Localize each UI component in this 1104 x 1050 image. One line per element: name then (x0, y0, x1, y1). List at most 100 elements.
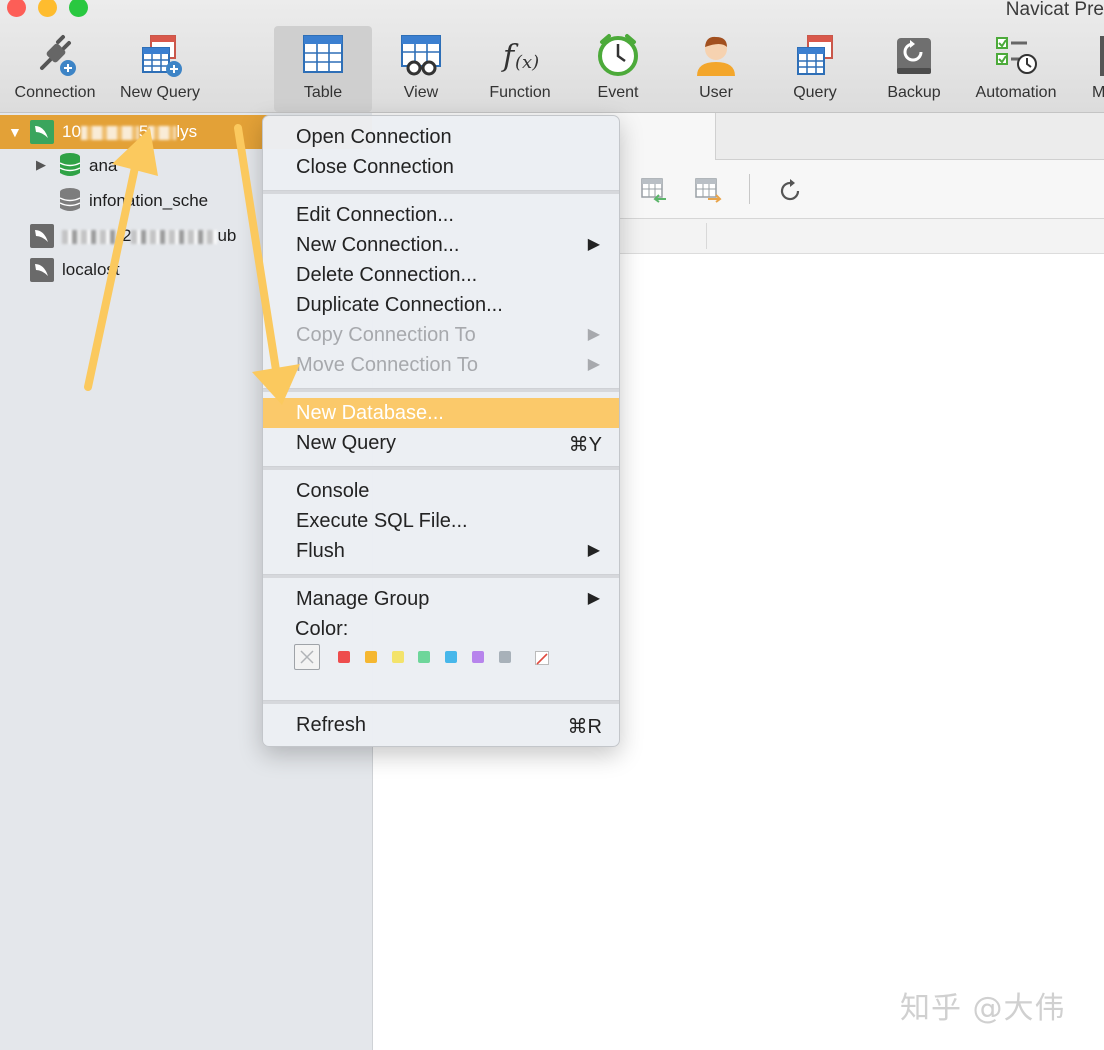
submenu-arrow-icon: ▶ (587, 590, 600, 607)
menu-item-label: Close Connection (296, 156, 454, 178)
toolbar-user-button[interactable]: User (670, 26, 762, 112)
expand-triangle-icon[interactable]: ▶ (36, 157, 46, 173)
menu-separator (263, 700, 619, 704)
menu-separator (263, 388, 619, 392)
toolbar-connection-button[interactable]: Connection (2, 26, 108, 112)
toolbar-event-label: Event (597, 84, 639, 101)
menu-copy-connection-to: Copy Connection To ▶ (263, 320, 619, 350)
toolbar-new-query-button[interactable]: New Query (110, 26, 210, 112)
color-swatch-orange[interactable] (365, 651, 377, 663)
connection-1-middle: 5 (138, 122, 149, 141)
mysql-connection-icon (30, 258, 54, 282)
menu-manage-group[interactable]: Manage Group ▶ (263, 584, 619, 614)
color-swatch-yellow[interactable] (392, 651, 404, 663)
redacted-text (80, 125, 139, 140)
toolbar-automation-button[interactable]: Automation (966, 26, 1066, 112)
color-swatch-gray[interactable] (499, 651, 511, 663)
menu-open-connection[interactable]: Open Connection (263, 122, 619, 152)
connection-1-suffix: lys (176, 122, 198, 141)
export-table-icon[interactable] (694, 177, 722, 203)
menu-shortcut: ⌘Y (568, 434, 602, 456)
menu-flush[interactable]: Flush ▶ (263, 536, 619, 566)
expand-triangle-icon[interactable]: ▼ (8, 124, 22, 140)
connection-label-part: local (62, 260, 97, 279)
menu-separator (263, 574, 619, 578)
toolbar-view-label: View (403, 84, 439, 101)
menu-item-label: Open Connection (296, 126, 452, 148)
color-swatch-custom[interactable] (535, 651, 549, 665)
color-swatch-blue[interactable] (445, 651, 457, 663)
menu-delete-connection[interactable]: Delete Connection... (263, 260, 619, 290)
submenu-arrow-icon: ▶ (587, 356, 600, 373)
redacted-text (62, 229, 122, 244)
refresh-icon[interactable] (777, 178, 803, 204)
toolbar-view-button[interactable]: View (374, 26, 468, 112)
menu-item-label: Duplicate Connection... (296, 294, 503, 316)
toolbar-table-button[interactable]: Table (274, 26, 372, 112)
table-icon (303, 35, 343, 73)
color-swatch-red[interactable] (338, 651, 350, 663)
connection-1-name: 10 5 lys (62, 122, 197, 142)
color-swatch-purple[interactable] (472, 651, 484, 663)
toolbar-new-query-label: New Query (119, 84, 201, 101)
menu-new-query[interactable]: New Query ⌘Y (263, 428, 619, 458)
connection-1-prefix: 10 (62, 122, 81, 141)
minimize-window-button[interactable] (38, 0, 57, 17)
menu-separator (263, 466, 619, 470)
database-icon (59, 188, 81, 211)
database-information-schema-label: infonation_sche (89, 191, 208, 211)
toolbar-table-label: Table (303, 84, 343, 101)
zoom-window-button[interactable] (69, 0, 88, 17)
menu-separator (263, 190, 619, 194)
menu-new-database[interactable]: New Database... (263, 398, 619, 428)
toolbar-connection-label: Connection (14, 84, 96, 101)
toolbar-model-button[interactable]: M (1090, 26, 1104, 112)
new-query-icon (142, 35, 182, 77)
menu-item-label: New Query (296, 432, 397, 454)
import-table-icon[interactable] (640, 177, 668, 203)
menu-console[interactable]: Console (263, 476, 619, 506)
menu-item-label: Edit Connection... (296, 204, 454, 226)
menu-execute-sql-file[interactable]: Execute SQL File... (263, 506, 619, 536)
query-icon (797, 35, 833, 75)
toolbar-event-button[interactable]: Event (572, 26, 664, 112)
menu-item-label: Delete Connection... (296, 264, 478, 286)
watermark: 知乎 @大伟 (900, 991, 1066, 1026)
submenu-arrow-icon: ▶ (587, 326, 600, 343)
toolbar-query-label: Query (793, 84, 837, 101)
close-window-button[interactable] (7, 0, 26, 17)
menu-new-connection[interactable]: New Connection... ▶ (263, 230, 619, 260)
toolbar-backup-button[interactable]: Backup (868, 26, 960, 112)
toolbar-user-label: User (699, 84, 733, 101)
alarm-clock-icon (598, 34, 638, 76)
redacted-text (131, 229, 218, 244)
function-icon: f (x) (501, 39, 539, 74)
submenu-arrow-icon: ▶ (587, 236, 600, 253)
menu-item-label: Flush (296, 540, 345, 562)
menu-duplicate-connection[interactable]: Duplicate Connection... (263, 290, 619, 320)
toolbar-function-button[interactable]: f (x) Function (474, 26, 566, 112)
database-icon (59, 153, 81, 176)
connection-localhost-label: localost (62, 260, 120, 280)
menu-close-connection[interactable]: Close Connection (263, 152, 619, 182)
automation-icon (996, 37, 1037, 74)
database-ana-label: ana (89, 156, 118, 175)
toolbar-query-button[interactable]: Query (768, 26, 862, 112)
menu-item-label: Console (296, 480, 370, 502)
menu-item-label: Copy Connection To (296, 324, 476, 346)
color-swatch-green[interactable] (418, 651, 430, 663)
menu-item-label: New Database... (296, 402, 444, 424)
connection-label-part: ost (96, 260, 120, 279)
model-icon (1100, 36, 1104, 76)
color-none-swatch[interactable] (294, 644, 320, 670)
backup-icon (897, 38, 931, 74)
menu-edit-connection[interactable]: Edit Connection... (263, 200, 619, 230)
connection-2-suffix: ub (217, 226, 237, 245)
menu-refresh[interactable]: Refresh ⌘R (263, 710, 619, 740)
submenu-arrow-icon: ▶ (587, 542, 600, 559)
menu-item-label: Refresh (296, 714, 367, 736)
column-divider (706, 223, 707, 249)
menu-item-label: Move Connection To (296, 354, 478, 376)
toolbar-divider (749, 174, 750, 204)
toolbar-model-label: M (1092, 84, 1104, 101)
